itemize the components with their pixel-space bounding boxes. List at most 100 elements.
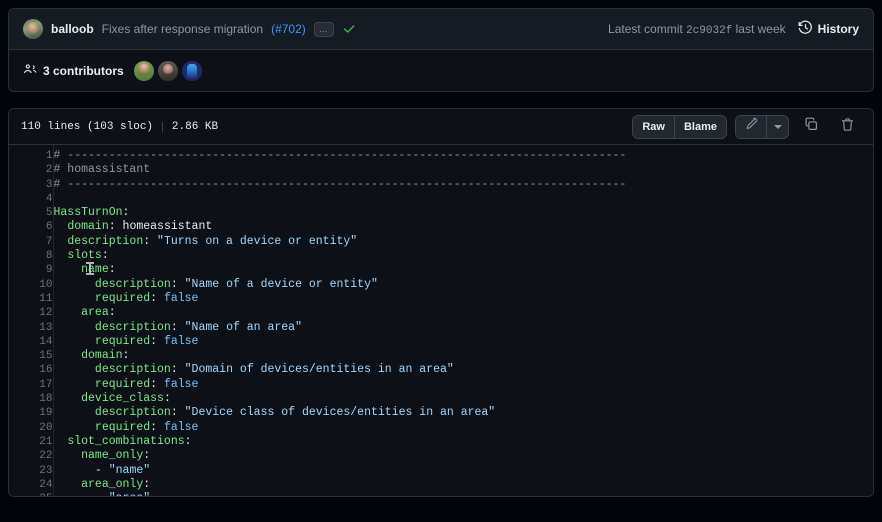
- code-token: "Name of an area": [184, 320, 302, 334]
- pull-request-link[interactable]: (#702): [271, 22, 306, 36]
- line-content[interactable]: description: "Device class of devices/en…: [53, 406, 873, 420]
- line-content[interactable]: name:: [53, 263, 873, 277]
- line-number[interactable]: 6: [9, 220, 54, 235]
- line-number[interactable]: 11: [9, 291, 54, 307]
- line-content[interactable]: required: false: [53, 378, 873, 392]
- line-content[interactable]: - "name": [53, 464, 873, 478]
- code-token: # --------------------------------------…: [53, 149, 627, 162]
- code-token: "Device class of devices/entities in an …: [184, 406, 496, 420]
- line-number[interactable]: 23: [9, 463, 54, 478]
- code-token: name: [81, 263, 109, 277]
- line-content[interactable]: device_class:: [53, 392, 873, 406]
- line-content[interactable]: required: false: [53, 421, 873, 435]
- line-number[interactable]: 2: [9, 163, 54, 178]
- line-number[interactable]: 25: [9, 492, 54, 496]
- code-line: 2 # homassistant: [9, 163, 873, 178]
- line-number[interactable]: 18: [9, 392, 54, 407]
- code-line: 10 description: "Name of a device or ent…: [9, 277, 873, 292]
- code-viewer[interactable]: 1 # -------------------------------------…: [9, 145, 873, 496]
- code-token: :: [122, 206, 130, 220]
- line-content[interactable]: description: "Name of a device or entity…: [53, 278, 873, 292]
- commit-author-avatar[interactable]: [23, 19, 43, 39]
- contributor-avatar-3[interactable]: [181, 60, 202, 81]
- line-content[interactable]: area_only:: [53, 478, 873, 492]
- line-content[interactable]: # homassistant: [53, 163, 873, 177]
- delete-file-button[interactable]: [833, 115, 861, 139]
- edit-file-button[interactable]: [736, 115, 766, 138]
- blame-button[interactable]: Blame: [673, 115, 726, 138]
- code-token: false: [163, 291, 199, 305]
- code-line: 1 # -------------------------------------…: [9, 145, 873, 164]
- line-number[interactable]: 9: [9, 263, 54, 278]
- line-content[interactable]: required: false: [53, 335, 873, 349]
- contributor-avatar-1[interactable]: [133, 60, 154, 81]
- line-number[interactable]: 19: [9, 406, 54, 421]
- edit-dropdown-button[interactable]: [766, 115, 788, 138]
- contributors-button[interactable]: 3 contributors: [23, 62, 124, 79]
- line-number[interactable]: 17: [9, 377, 54, 393]
- line-content[interactable]: - "area": [53, 492, 873, 496]
- expand-commit-message-button[interactable]: …: [313, 21, 334, 37]
- line-content[interactable]: area:: [53, 306, 873, 320]
- contributor-avatar-2[interactable]: [157, 60, 178, 81]
- line-number[interactable]: 10: [9, 277, 54, 292]
- line-number[interactable]: 16: [9, 363, 54, 378]
- line-content[interactable]: # --------------------------------------…: [53, 145, 873, 163]
- line-content[interactable]: # --------------------------------------…: [53, 178, 873, 192]
- code-token: :: [150, 291, 164, 305]
- line-number[interactable]: 5: [9, 206, 54, 221]
- line-content[interactable]: domain: homeassistant: [53, 220, 873, 234]
- line-content[interactable]: [53, 192, 873, 206]
- code-token: :: [150, 420, 164, 434]
- line-content[interactable]: HassTurnOn:: [53, 206, 873, 220]
- commit-summary: balloob Fixes after response migration (…: [23, 19, 608, 39]
- line-content[interactable]: description: "Turns on a device or entit…: [53, 235, 873, 249]
- code-line: 9 name:: [9, 263, 873, 278]
- code-line: 6 domain: homeassistant: [9, 220, 873, 235]
- line-number[interactable]: 20: [9, 420, 54, 435]
- line-number[interactable]: 1: [9, 145, 54, 164]
- line-content[interactable]: description: "Domain of devices/entities…: [53, 363, 873, 377]
- line-number[interactable]: 22: [9, 449, 54, 464]
- code-token: description: [67, 234, 144, 248]
- code-table: 1 # -------------------------------------…: [9, 145, 873, 496]
- line-content[interactable]: slots:: [53, 249, 873, 263]
- commit-sha[interactable]: 2c9032f: [686, 25, 732, 37]
- line-number[interactable]: 7: [9, 234, 54, 250]
- line-number[interactable]: 8: [9, 249, 54, 264]
- line-number[interactable]: 14: [9, 334, 54, 350]
- code-token: :: [170, 277, 185, 291]
- history-button[interactable]: History: [798, 20, 859, 38]
- line-number[interactable]: 4: [9, 191, 54, 207]
- line-content[interactable]: required: false: [53, 292, 873, 306]
- latest-commit-label: Latest commit: [608, 21, 683, 36]
- trash-icon: [840, 117, 855, 137]
- commit-message[interactable]: Fixes after response migration: [102, 22, 263, 36]
- raw-button[interactable]: Raw: [633, 115, 674, 138]
- line-content[interactable]: name_only:: [53, 449, 873, 463]
- line-number[interactable]: 13: [9, 320, 54, 335]
- edit-button-group: [735, 114, 789, 139]
- code-token: required: [94, 420, 151, 434]
- commit-status-check-icon[interactable]: [342, 22, 356, 36]
- copy-raw-content-button[interactable]: [797, 115, 825, 139]
- line-number[interactable]: 3: [9, 177, 54, 192]
- line-number[interactable]: 12: [9, 306, 54, 321]
- line-content[interactable]: description: "Name of an area": [53, 321, 873, 335]
- code-token: -: [95, 492, 109, 496]
- code-token: :: [108, 263, 116, 277]
- line-number[interactable]: 21: [9, 434, 54, 450]
- code-line: 8 slots:: [9, 249, 873, 264]
- line-content[interactable]: slot_combinations:: [53, 435, 873, 449]
- line-content[interactable]: domain:: [53, 349, 873, 363]
- line-number[interactable]: 15: [9, 349, 54, 364]
- line-number[interactable]: 24: [9, 477, 54, 493]
- latest-commit-bar: balloob Fixes after response migration (…: [8, 8, 874, 50]
- code-token: "Turns on a device or entity": [157, 234, 358, 248]
- commit-author-name[interactable]: balloob: [51, 22, 94, 36]
